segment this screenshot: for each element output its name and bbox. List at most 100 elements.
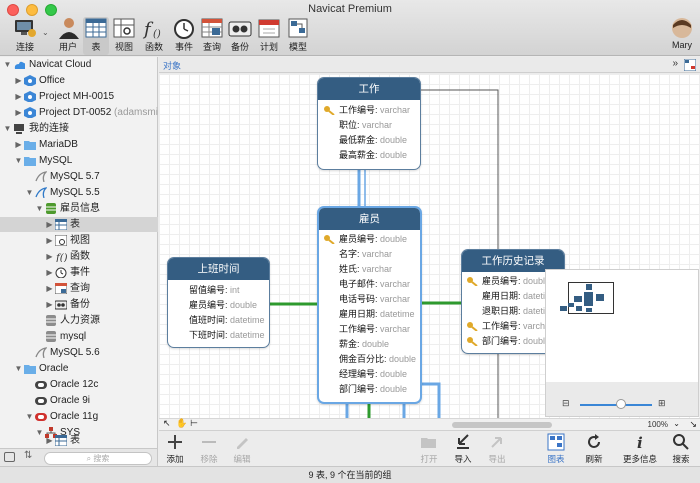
entity-field[interactable]: 薪金: double <box>319 337 420 352</box>
zoom-slider-thumb[interactable] <box>616 399 626 409</box>
query-button[interactable]: 查询 <box>199 17 225 55</box>
function-button[interactable]: f() 函数 <box>141 17 167 55</box>
tree-item-oracle-12c[interactable]: Oracle 12c <box>0 377 158 392</box>
expanded-triangle-icon[interactable]: ▼ <box>25 409 34 424</box>
collapsed-triangle-icon[interactable]: ▶ <box>45 281 54 296</box>
model-button[interactable]: 模型 <box>285 17 311 55</box>
connector-tool-icon[interactable]: ⊢ <box>190 418 198 429</box>
entity-field[interactable]: 部门编号: double <box>319 382 420 397</box>
entity-field[interactable]: 最高薪金: double <box>318 148 420 163</box>
collapsed-triangle-icon[interactable]: ▶ <box>45 217 54 232</box>
more-tabs-icon[interactable]: » <box>672 58 678 69</box>
tree-item-project-dt-0052[interactable]: ▶ Project DT-0052 (adamsmit... <box>0 105 158 120</box>
collapsed-triangle-icon[interactable]: ▶ <box>14 73 23 88</box>
tree-item-my-connections[interactable]: ▼ 我的连接 <box>0 121 158 136</box>
collapsed-triangle-icon[interactable]: ▶ <box>45 233 54 248</box>
tree-item-sys-tables[interactable]: ▶ 表 <box>0 433 158 448</box>
tree-item-hr-db[interactable]: 人力资源 <box>0 313 158 328</box>
user-button[interactable]: 用户 <box>56 17 80 55</box>
connect-dropdown-icon[interactable]: ⌄ <box>42 28 49 37</box>
entity-field[interactable]: 姓氏: varchar <box>319 262 420 277</box>
entity-field[interactable]: 电话号码: varchar <box>319 292 420 307</box>
navigator-viewport-area[interactable] <box>546 270 698 382</box>
entity-field[interactable]: 名字: varchar <box>319 247 420 262</box>
entity-field[interactable]: 值班时间: datetime <box>168 313 269 328</box>
expanded-triangle-icon[interactable]: ▼ <box>14 361 23 376</box>
entity-job[interactable]: 工作 工作编号: varchar 职位: varchar 最低薪金: doubl… <box>317 77 421 170</box>
entity-field[interactable]: 雇员编号: double <box>168 298 269 313</box>
open-button[interactable]: 打开 <box>413 433 445 465</box>
entity-field[interactable]: 职位: varchar <box>318 118 420 133</box>
hand-tool-icon[interactable]: ✋ <box>176 418 187 429</box>
entity-field[interactable]: 佣金百分比: double <box>319 352 420 367</box>
tree-item-mysql-db[interactable]: mysql <box>0 329 158 344</box>
expanded-triangle-icon[interactable]: ▼ <box>3 57 12 72</box>
zoom-level[interactable]: 100% <box>648 420 668 429</box>
tree-item-mysql-56[interactable]: MySQL 5.6 <box>0 345 158 360</box>
backup-button[interactable]: 备份 <box>227 17 253 55</box>
account-button[interactable]: Mary <box>668 17 696 55</box>
zoom-in-icon[interactable]: ⊞ <box>658 398 666 409</box>
tree-item-project-mh-0015[interactable]: ▶ Project MH-0015 <box>0 89 158 104</box>
expanded-triangle-icon[interactable]: ▼ <box>25 185 34 200</box>
tree-item-oracle[interactable]: ▼ Oracle <box>0 361 158 376</box>
tree-item-navicat-cloud[interactable]: ▼ Navicat Cloud <box>0 57 158 72</box>
tree-item-functions[interactable]: ▶ f() 函数 <box>0 249 158 264</box>
view-button[interactable]: 视图 <box>111 17 137 55</box>
entity-field[interactable]: 经理编号: double <box>319 367 420 382</box>
collapsed-triangle-icon[interactable]: ▶ <box>14 137 23 152</box>
collapsed-triangle-icon[interactable]: ▶ <box>45 249 54 264</box>
entity-field[interactable]: 雇用日期: datetime <box>319 307 420 322</box>
entity-work-hours[interactable]: 上班时间 留值编号: int 雇员编号: double 值班时间: dateti… <box>167 257 270 348</box>
remove-button[interactable]: 移除 <box>193 433 225 465</box>
entity-field[interactable]: 最低薪金: double <box>318 133 420 148</box>
schedule-button[interactable]: 计划 <box>256 17 282 55</box>
tree-item-mysql-57[interactable]: MySQL 5.7 <box>0 169 158 184</box>
tree-item-office[interactable]: ▶ Office <box>0 73 158 88</box>
add-button[interactable]: 添加 <box>159 433 191 465</box>
toggle-sidebar-icon[interactable] <box>4 452 15 462</box>
sidebar-search-input[interactable]: ⌕ 搜索 <box>44 452 152 465</box>
entity-field[interactable]: 电子邮件: varchar <box>319 277 420 292</box>
expanded-triangle-icon[interactable]: ▼ <box>3 121 12 136</box>
diagram-view-icon[interactable] <box>684 59 696 71</box>
entity-field[interactable]: 留值编号: int <box>168 283 269 298</box>
collapsed-triangle-icon[interactable]: ▶ <box>45 433 54 448</box>
export-button[interactable]: 导出 <box>481 433 513 465</box>
collapsed-triangle-icon[interactable]: ▶ <box>45 265 54 280</box>
more-info-button[interactable]: i 更多信息 <box>622 433 658 465</box>
zoom-out-icon[interactable]: ⊟ <box>562 398 570 409</box>
refresh-button[interactable]: 刷新 <box>578 433 610 465</box>
tree-item-mariadb[interactable]: ▶ MariaDB <box>0 137 158 152</box>
tree-item-oracle-9i[interactable]: Oracle 9i <box>0 393 158 408</box>
diagram-navigator[interactable]: ⊟ ⊞ <box>545 269 699 417</box>
connect-button[interactable]: 连接 <box>8 17 42 55</box>
zoom-dropdown-icon[interactable]: ⌄ <box>673 419 680 428</box>
entity-field[interactable]: 雇员编号: double <box>319 232 420 247</box>
tree-item-employee-db[interactable]: ▼ 雇员信息 <box>0 201 158 216</box>
collapsed-triangle-icon[interactable]: ▶ <box>45 297 54 312</box>
entity-field[interactable]: 工作编号: varchar <box>318 103 420 118</box>
tree-item-mysql[interactable]: ▼ MySQL <box>0 153 158 168</box>
sort-icon[interactable]: ⇅ <box>24 450 32 461</box>
tree-item-tables[interactable]: ▶ 表 <box>0 217 158 232</box>
expanded-triangle-icon[interactable]: ▼ <box>14 153 23 168</box>
table-button[interactable]: 表 <box>83 17 109 55</box>
pointer-tool-icon[interactable]: ↖ <box>163 418 171 429</box>
fit-diagram-icon[interactable]: ↘ <box>689 419 697 430</box>
entity-field[interactable]: 下班时间: datetime <box>168 328 269 343</box>
tree-item-mysql-55[interactable]: ▼ MySQL 5.5 <box>0 185 158 200</box>
horizontal-scrollbar[interactable] <box>452 422 552 428</box>
import-button[interactable]: 导入 <box>447 433 479 465</box>
tree-item-backups[interactable]: ▶ 备份 <box>0 297 158 312</box>
tree-item-views[interactable]: ▶ 视图 <box>0 233 158 248</box>
collapsed-triangle-icon[interactable]: ▶ <box>14 105 23 120</box>
diagram-button[interactable]: 图表 <box>540 433 572 465</box>
tree-item-oracle-11g[interactable]: ▼ Oracle 11g <box>0 409 158 424</box>
event-button[interactable]: 事件 <box>171 17 197 55</box>
entity-field[interactable]: 工作编号: varchar <box>319 322 420 337</box>
search-button[interactable]: 搜索 <box>665 433 697 465</box>
edit-button[interactable]: 编辑 <box>226 433 258 465</box>
tree-item-queries[interactable]: ▶ 查询 <box>0 281 158 296</box>
expanded-triangle-icon[interactable]: ▼ <box>35 201 44 216</box>
